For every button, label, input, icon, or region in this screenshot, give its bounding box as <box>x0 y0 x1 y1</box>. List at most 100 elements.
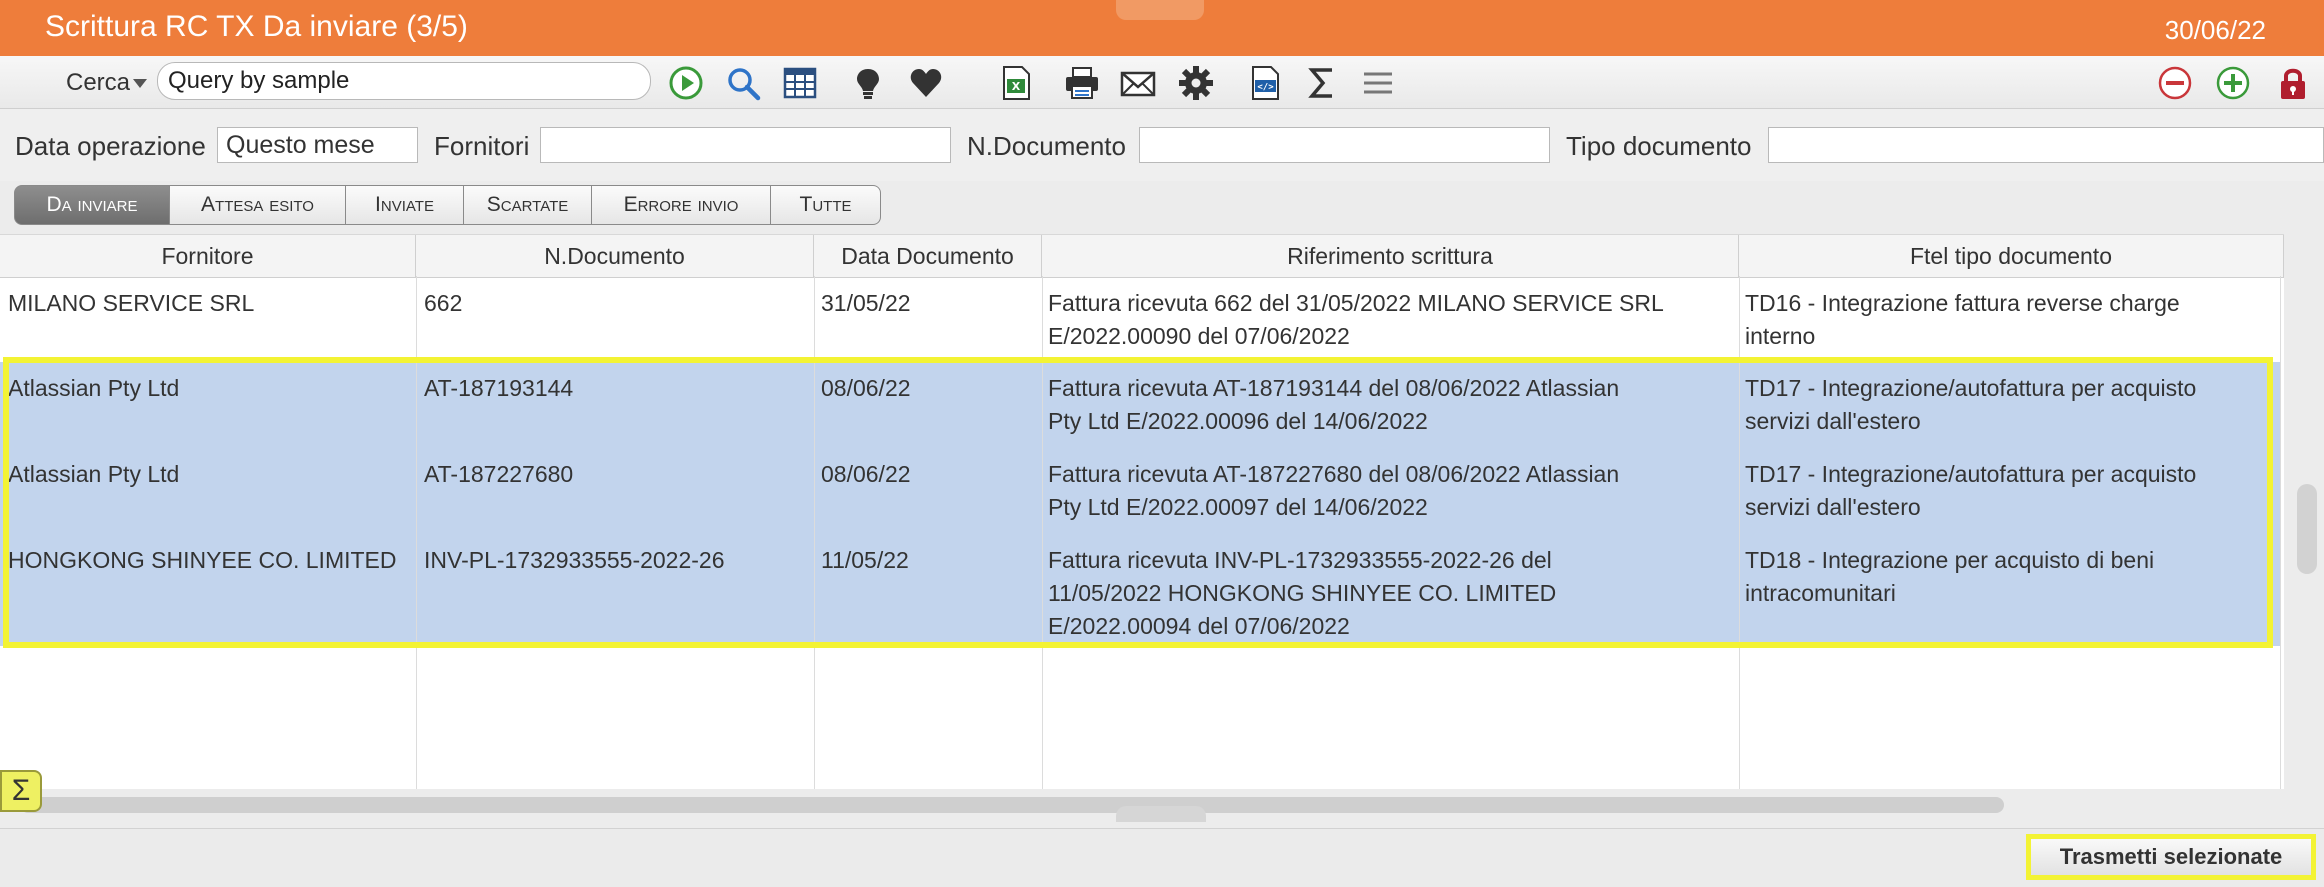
table-row-selected[interactable]: HONGKONG SHINYEE CO. LIMITED INV-PL-1732… <box>0 534 2280 646</box>
cell-line: TD17 - Integrazione/autofattura per acqu… <box>1745 461 2197 487</box>
cell-n-documento: AT-187193144 <box>424 375 574 401</box>
cell-data-documento: 08/06/22 <box>821 375 911 401</box>
send-selected-button[interactable]: Trasmetti selezionate <box>2026 834 2316 880</box>
search-mode-label: Cerca <box>66 69 131 96</box>
column-divider <box>416 276 417 789</box>
fornitori-label: Fornitori <box>434 131 530 161</box>
remove-icon[interactable] <box>2155 64 2195 102</box>
column-divider <box>1042 276 1043 789</box>
n-documento-input[interactable] <box>1139 127 1550 163</box>
cell-line: 11/05/2022 HONGKONG SHINYEE CO. LIMITED <box>1048 580 1557 606</box>
search-mode-dropdown[interactable]: Cerca <box>66 69 148 97</box>
table-icon[interactable] <box>780 64 820 102</box>
cell-riferimento: Fattura ricevuta AT-187193144 del 08/06/… <box>1048 372 1619 438</box>
n-documento-label: N.Documento <box>967 131 1126 161</box>
play-icon[interactable] <box>666 64 706 102</box>
table-row-selected[interactable]: Atlassian Pty Ltd AT-187193144 08/06/22 … <box>0 362 2280 448</box>
print-icon[interactable] <box>1062 64 1102 102</box>
query-input[interactable] <box>157 62 651 100</box>
column-header-fornitore[interactable]: Fornitore <box>0 235 416 277</box>
tab-inviate[interactable]: Inviate <box>346 185 464 225</box>
cell-ftel-tipo: TD17 - Integrazione/autofattura per acqu… <box>1745 458 2196 524</box>
window-title: Scrittura RC TX Da inviare (3/5) <box>45 10 468 43</box>
cell-line: interno <box>1745 323 1816 349</box>
cell-line: E/2022.00094 del 07/06/2022 <box>1048 613 1350 639</box>
cell-line: Fattura ricevuta INV-PL-1732933555-2022-… <box>1048 547 1552 573</box>
cell-line: TD18 - Integrazione per acquisto di beni <box>1745 547 2155 573</box>
tipo-documento-input[interactable] <box>1768 127 2324 163</box>
lightbulb-icon[interactable] <box>848 64 888 102</box>
cell-riferimento: Fattura ricevuta 662 del 31/05/2022 MILA… <box>1048 287 1664 353</box>
cell-data-documento: 08/06/22 <box>821 461 911 487</box>
cell-riferimento: Fattura ricevuta INV-PL-1732933555-2022-… <box>1048 544 1556 643</box>
tipo-documento-label: Tipo documento <box>1566 131 1752 161</box>
cell-line: Fattura ricevuta AT-187193144 del 08/06/… <box>1048 375 1620 401</box>
data-operazione-input[interactable] <box>217 127 418 163</box>
title-bar: Scrittura RC TX Da inviare (3/5) 30/06/2… <box>0 0 2324 56</box>
cell-data-documento: 11/05/22 <box>821 547 909 573</box>
svg-text:</>: </> <box>1257 83 1274 93</box>
chevron-down-icon <box>133 79 148 89</box>
cell-line: servizi dall'estero <box>1745 408 1921 434</box>
cell-fornitore: Atlassian Pty Ltd <box>8 375 180 401</box>
column-header-data-documento[interactable]: Data Documento <box>814 235 1042 277</box>
cell-line: Fattura ricevuta AT-187227680 del 08/06/… <box>1048 461 1620 487</box>
cell-line: Pty Ltd E/2022.00097 del 14/06/2022 <box>1048 494 1428 520</box>
cell-fornitore: HONGKONG SHINYEE CO. LIMITED <box>8 547 397 573</box>
cell-line: intracomunitari <box>1745 580 1896 606</box>
current-date: 30/06/22 <box>2164 15 2266 45</box>
vertical-scrollbar[interactable] <box>2297 484 2317 574</box>
data-operazione-label: Data operazione <box>15 131 206 161</box>
cell-line: Pty Ltd E/2022.00096 del 14/06/2022 <box>1048 408 1428 434</box>
tab-da-inviare[interactable]: Da inviare <box>14 185 170 225</box>
toolbar: Cerca X </> <box>0 56 2324 109</box>
cell-fornitore: Atlassian Pty Ltd <box>8 461 180 487</box>
column-divider <box>1739 276 1740 789</box>
tab-tutte[interactable]: Tutte <box>771 185 881 225</box>
table-row-selected[interactable]: Atlassian Pty Ltd AT-187227680 08/06/22 … <box>0 448 2280 534</box>
menu-icon[interactable] <box>1358 64 1398 102</box>
footer-bar <box>0 828 2324 887</box>
heart-icon[interactable] <box>906 64 946 102</box>
column-header-riferimento[interactable]: Riferimento scrittura <box>1042 235 1739 277</box>
cell-data-documento: 31/05/22 <box>821 290 911 316</box>
status-tabs: Da inviare Attesa esito Inviate Scartate… <box>14 185 881 227</box>
cell-line: servizi dall'estero <box>1745 494 1921 520</box>
cell-fornitore: MILANO SERVICE SRL <box>8 290 255 316</box>
table-row[interactable]: MILANO SERVICE SRL 662 31/05/22 Fattura … <box>0 277 2280 362</box>
sigma-icon[interactable] <box>1302 64 1342 102</box>
fornitori-input[interactable] <box>540 127 951 163</box>
horizontal-scrollbar[interactable] <box>20 797 2004 813</box>
cell-line: TD16 - Integrazione fattura reverse char… <box>1745 290 2180 316</box>
column-divider <box>2280 276 2281 789</box>
excel-export-icon[interactable]: X <box>996 64 1036 102</box>
tab-attesa-esito[interactable]: Attesa esito <box>170 185 346 225</box>
tab-errore-invio[interactable]: Errore invio <box>592 185 771 225</box>
filter-bar: Data operazione Fornitori N.Documento Ti… <box>0 109 2324 181</box>
documents-table: Fornitore N.Documento Data Documento Rif… <box>0 234 2284 789</box>
cell-ftel-tipo: TD17 - Integrazione/autofattura per acqu… <box>1745 372 2196 438</box>
cell-n-documento: AT-187227680 <box>424 461 574 487</box>
column-header-n-documento[interactable]: N.Documento <box>416 235 814 277</box>
cell-line: E/2022.00090 del 07/06/2022 <box>1048 323 1350 349</box>
cell-ftel-tipo: TD16 - Integrazione fattura reverse char… <box>1745 287 2180 353</box>
add-icon[interactable] <box>2213 64 2253 102</box>
resize-handle[interactable] <box>1116 806 1206 822</box>
cell-ftel-tipo: TD18 - Integrazione per acquisto di beni… <box>1745 544 2154 610</box>
cell-n-documento: INV-PL-1732933555-2022-26 <box>424 547 725 573</box>
cell-line: Fattura ricevuta 662 del 31/05/2022 MILA… <box>1048 290 1664 316</box>
drag-handle[interactable] <box>1116 0 1204 20</box>
gear-icon[interactable] <box>1176 64 1216 102</box>
column-header-ftel-tipo[interactable]: Ftel tipo documento <box>1739 235 2284 277</box>
cell-riferimento: Fattura ricevuta AT-187227680 del 08/06/… <box>1048 458 1619 524</box>
cell-line: TD17 - Integrazione/autofattura per acqu… <box>1745 375 2197 401</box>
cell-n-documento: 662 <box>424 290 463 316</box>
totals-toggle-button[interactable]: Σ <box>0 770 42 812</box>
lock-icon[interactable] <box>2273 64 2313 102</box>
mail-icon[interactable] <box>1118 64 1158 102</box>
search-icon[interactable] <box>723 64 763 102</box>
tab-scartate[interactable]: Scartate <box>464 185 592 225</box>
svg-text:X: X <box>1012 80 1021 93</box>
xml-file-icon[interactable]: </> <box>1245 64 1285 102</box>
column-divider <box>814 276 815 789</box>
